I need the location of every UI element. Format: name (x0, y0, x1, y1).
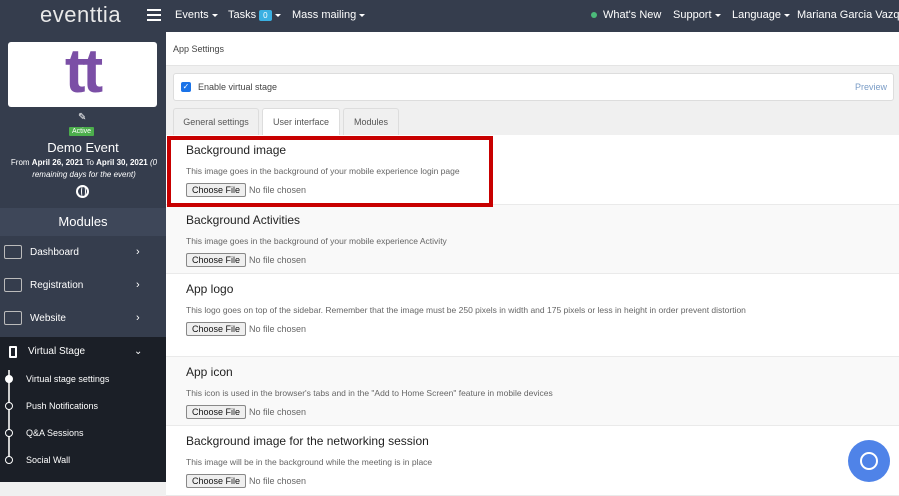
sidebar-item-registration[interactable]: Registration › (0, 269, 166, 302)
user-name: Mariana Garcia Vazquez (797, 9, 899, 21)
sidebar-subitem-qa-sessions[interactable]: Q&A Sessions (26, 428, 84, 438)
timeline-line (8, 370, 10, 462)
no-file-text: No file chosen (249, 255, 307, 265)
tab-user-interface[interactable]: User interface (262, 108, 340, 136)
status-dot-icon (591, 12, 597, 18)
choose-file-button[interactable]: Choose File (186, 322, 247, 336)
start-date: April 26, 2021 (31, 158, 84, 167)
no-file-text: No file chosen (249, 476, 307, 486)
sidebar-item-dashboard[interactable]: Dashboard › (0, 236, 166, 269)
timeline-node-active-icon (5, 375, 13, 383)
sidebar-item-website[interactable]: Website › (0, 302, 166, 335)
enable-virtual-stage-label: Enable virtual stage (198, 82, 278, 92)
modules-header: Modules (0, 208, 166, 236)
file-input[interactable]: Choose File No file chosen (186, 405, 879, 419)
sidebar-item-label: Dashboard (30, 247, 79, 258)
sidebar-subitem-push-notifications[interactable]: Push Notifications (26, 401, 98, 411)
brand-logo[interactable]: eventtia (40, 2, 121, 28)
file-input[interactable]: Choose File No file chosen (186, 322, 879, 336)
choose-file-button[interactable]: Choose File (186, 253, 247, 267)
language-menu[interactable]: Language (732, 9, 790, 21)
id-badge-icon (4, 278, 22, 292)
sidebar-subitem-social-wall[interactable]: Social Wall (26, 455, 70, 465)
end-date: April 30, 2021 (96, 158, 148, 167)
hamburger-menu-icon[interactable] (147, 9, 161, 21)
chevron-right-icon: › (136, 312, 140, 324)
whats-new-label: What's New (603, 9, 662, 21)
tasks-label: Tasks (228, 9, 257, 21)
sidebar-subitem-virtual-stage-settings[interactable]: Virtual stage settings (26, 374, 109, 384)
mass-mailing-label: Mass mailing (292, 9, 357, 21)
to-label: To (85, 158, 94, 167)
sidebar-item-label: Virtual Stage (28, 346, 86, 357)
support-menu[interactable]: Support (673, 9, 721, 21)
setting-description: This icon is used in the browser's tabs … (186, 388, 553, 398)
sidebar-item-label: Website (30, 313, 66, 324)
globe-icon[interactable] (76, 185, 89, 198)
chevron-right-icon: › (136, 279, 140, 291)
setting-row-app-logo: App logo This logo goes on top of the sid… (166, 274, 899, 357)
chevron-right-icon: › (136, 246, 140, 258)
whats-new-link[interactable]: What's New (591, 9, 661, 21)
events-menu[interactable]: Events (175, 9, 218, 21)
main-content: App Settings ✓ Enable virtual stage Prev… (166, 32, 899, 496)
sidebar-item-label: Registration (30, 280, 84, 291)
timeline-node-icon (5, 429, 13, 437)
no-file-text: No file chosen (249, 324, 307, 334)
breadcrumb: App Settings (166, 32, 899, 66)
tasks-count-badge: 0 (259, 10, 272, 21)
setting-description: This image will be in the background whi… (186, 457, 433, 467)
edit-pencil-icon[interactable]: ✎ (78, 112, 86, 123)
highlight-box (167, 136, 493, 207)
laptop-icon (4, 311, 22, 325)
choose-file-button[interactable]: Choose File (186, 405, 247, 419)
setting-title: App icon (186, 365, 233, 379)
setting-row-background-activities: Background Activities This image goes in … (166, 205, 899, 274)
language-label: Language (732, 9, 781, 21)
sidebar: tt ✎ Active Demo Event From April 26, 20… (0, 32, 166, 482)
mass-mailing-menu[interactable]: Mass mailing (292, 9, 365, 21)
file-input[interactable]: Choose File No file chosen (186, 474, 879, 488)
tasks-menu[interactable]: Tasks 0 (228, 9, 281, 21)
dashboard-chart-icon (4, 245, 22, 259)
setting-description: This logo goes on top of the sidebar. Re… (186, 305, 746, 315)
event-logo: tt (8, 41, 157, 107)
preview-link[interactable]: Preview (855, 82, 887, 92)
setting-title: Background Activities (186, 213, 301, 227)
status-badge: Active (69, 127, 95, 136)
timeline-node-icon (5, 456, 13, 464)
choose-file-button[interactable]: Choose File (186, 474, 247, 488)
from-label: From (10, 158, 30, 167)
setting-row-app-icon: App icon This icon is used in the browser… (166, 357, 899, 426)
event-dates: From April 26, 2021 To April 30, 2021 (0… (4, 157, 164, 181)
chevron-down-icon: ⌄ (134, 346, 143, 357)
timeline-node-icon (5, 402, 13, 410)
chat-support-button[interactable] (848, 440, 890, 482)
no-file-text: No file chosen (249, 407, 307, 417)
virtual-stage-section: Virtual Stage ⌄ Virtual stage settings Pu… (0, 337, 166, 482)
user-menu[interactable]: Mariana Garcia Vazquez (797, 9, 899, 21)
file-input[interactable]: Choose File No file chosen (186, 253, 879, 267)
enable-virtual-stage-checkbox[interactable]: ✓ (181, 82, 191, 92)
events-label: Events (175, 9, 209, 21)
support-label: Support (673, 9, 712, 21)
top-navbar: eventtia Events Tasks 0 Mass mailing What… (0, 0, 899, 32)
enable-virtual-stage-panel: ✓ Enable virtual stage Preview (173, 73, 894, 101)
setting-title: App logo (186, 282, 234, 296)
setting-description: This image goes in the background of you… (186, 236, 447, 246)
setting-row-networking-background: Background image for the networking sess… (166, 426, 899, 496)
mobile-phone-icon (9, 346, 17, 358)
setting-title: Background image for the networking sess… (186, 434, 429, 448)
event-name: Demo Event (47, 140, 119, 155)
tab-general-settings[interactable]: General settings (173, 108, 259, 136)
tab-modules[interactable]: Modules (343, 108, 399, 136)
